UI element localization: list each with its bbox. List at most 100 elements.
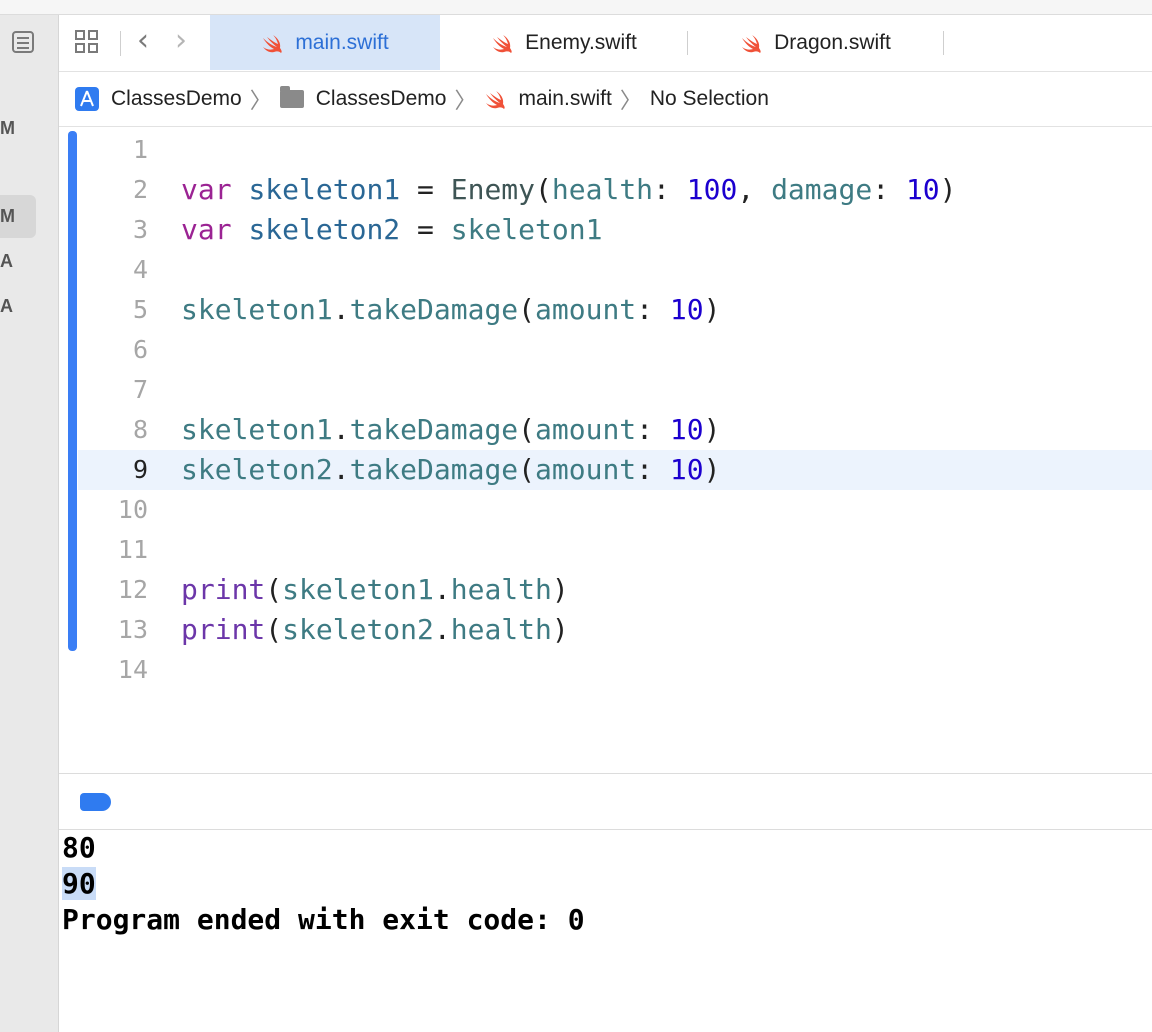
source-change-bar [68, 131, 77, 651]
line-number: 12 [117, 575, 148, 604]
navigator-toggle-icon[interactable] [12, 31, 34, 53]
line-number: 6 [132, 335, 148, 364]
tab-label: Dragon.swift [774, 30, 891, 54]
code-token: takeDamage [349, 453, 519, 486]
code-token: = [400, 173, 451, 206]
code-token: ) [703, 453, 721, 486]
tab-dragon-swift[interactable]: Dragon.swift [688, 15, 943, 70]
code-line[interactable]: 9 skeleton2.takeDamage(amount: 10) [78, 450, 1152, 490]
code-token: print [181, 573, 266, 606]
code-token: amount [535, 293, 637, 326]
line-number: 9 [132, 455, 148, 484]
related-items-grid-icon[interactable] [75, 30, 102, 57]
tab-enemy-swift[interactable]: Enemy.swift [440, 15, 688, 70]
sidebar-status-letter: A [0, 251, 13, 271]
code-token: health [450, 573, 552, 606]
swift-icon [742, 34, 761, 53]
code-token: amount [535, 413, 637, 446]
line-number: 14 [117, 655, 148, 684]
code-token: skeleton2 [248, 213, 401, 246]
code-line[interactable]: 1 [78, 130, 1152, 170]
code-line[interactable]: 3 var skeleton2 = skeleton1 [78, 210, 1152, 250]
code-token: : [653, 173, 687, 206]
swift-icon [486, 91, 506, 109]
code-token: 10 [669, 413, 704, 446]
sidebar-status-letter: M [0, 118, 15, 138]
code-line[interactable]: 7 [78, 370, 1152, 410]
console-output[interactable]: 80 90 Program ended with exit code: 0 [62, 830, 585, 938]
line-number: 8 [132, 415, 148, 444]
code-line[interactable]: 11 [78, 530, 1152, 570]
code-line[interactable]: 4 [78, 250, 1152, 290]
code-editor[interactable]: 1 2 var skeleton1 = Enemy(health: 100, dam… [59, 127, 1152, 773]
navigator-sidebar: M M A A [0, 15, 59, 1032]
code-text: print(skeleton2.health) [181, 610, 569, 650]
code-token: : [636, 453, 670, 486]
code-token: ) [939, 173, 957, 206]
code-token: 100 [686, 173, 738, 206]
code-token: takeDamage [349, 293, 519, 326]
line-number: 5 [132, 295, 148, 324]
code-line[interactable]: 2 var skeleton1 = Enemy(health: 100, dama… [78, 170, 1152, 210]
code-token: ) [551, 613, 569, 646]
folder-icon [279, 86, 304, 108]
breadcrumb-group[interactable]: ClassesDemo [279, 86, 447, 111]
code-line[interactable]: 12 print(skeleton1.health) [78, 570, 1152, 610]
line-number: 7 [132, 375, 148, 404]
line-number: 3 [132, 215, 148, 244]
breakpoint-toggle-icon[interactable] [80, 793, 111, 811]
console-line: 90 [62, 866, 585, 902]
code-token: ( [518, 453, 536, 486]
console-line-text: Program ended with exit code: 0 [62, 903, 585, 936]
breadcrumb-label: ClassesDemo [111, 87, 242, 110]
code-token: . [433, 573, 451, 606]
code-line[interactable]: 5 skeleton1.takeDamage(amount: 10) [78, 290, 1152, 330]
console-line: 80 [62, 830, 585, 866]
breadcrumb-chevron-icon: 〉 [249, 89, 272, 114]
code-line[interactable]: 13 print(skeleton2.health) [78, 610, 1152, 650]
code-token: ) [551, 573, 569, 606]
code-line[interactable]: 14 [78, 650, 1152, 690]
code-token: ( [265, 573, 283, 606]
code-token: , [737, 173, 772, 206]
console-line: Program ended with exit code: 0 [62, 902, 585, 938]
code-text: var skeleton1 = Enemy(health: 100, damag… [181, 170, 957, 210]
code-token: Enemy [450, 173, 536, 206]
divider [120, 31, 121, 56]
code-text: skeleton1.takeDamage(amount: 10) [181, 290, 720, 330]
code-token: health [551, 173, 654, 206]
breadcrumb-label: ClassesDemo [315, 87, 447, 110]
code-token: ( [518, 293, 536, 326]
breadcrumb-file[interactable]: main.swift [484, 87, 612, 111]
code-token: damage [771, 173, 873, 206]
code-token: skeleton1 [181, 293, 333, 326]
code-line[interactable]: 10 [78, 490, 1152, 530]
code-line[interactable]: 6 [78, 330, 1152, 370]
line-number: 13 [117, 615, 148, 644]
breadcrumb-chevron-icon: 〉 [454, 89, 477, 114]
console-line-text-selected: 90 [62, 867, 96, 900]
code-token: print [181, 613, 266, 646]
tab-label: Enemy.swift [525, 30, 637, 54]
code-token: 10 [905, 173, 940, 206]
tab-main-swift[interactable]: main.swift [210, 15, 440, 70]
code-text: skeleton1.takeDamage(amount: 10) [181, 410, 720, 450]
line-number: 4 [132, 255, 148, 284]
forward-chevron-icon[interactable]: › [175, 23, 187, 58]
code-token: . [332, 293, 350, 326]
code-text: var skeleton2 = skeleton1 [181, 210, 602, 250]
code-line[interactable]: 8 skeleton1.takeDamage(amount: 10) [78, 410, 1152, 450]
code-token: ( [535, 173, 552, 206]
breadcrumb-symbol[interactable]: No Selection [650, 87, 769, 111]
code-token: : [636, 293, 670, 326]
back-chevron-icon[interactable]: ‹ [137, 23, 149, 58]
code-text: skeleton2.takeDamage(amount: 10) [181, 450, 720, 490]
code-token: ) [703, 293, 721, 326]
breadcrumb-project[interactable]: ClassesDemo [59, 87, 242, 111]
code-token: ) [703, 413, 721, 446]
breadcrumb: ClassesDemo 〉 ClassesDemo 〉 main.swift 〉… [59, 72, 1152, 127]
code-token: . [433, 613, 451, 646]
code-token: takeDamage [349, 413, 519, 446]
code-token: skeleton2 [282, 613, 434, 646]
